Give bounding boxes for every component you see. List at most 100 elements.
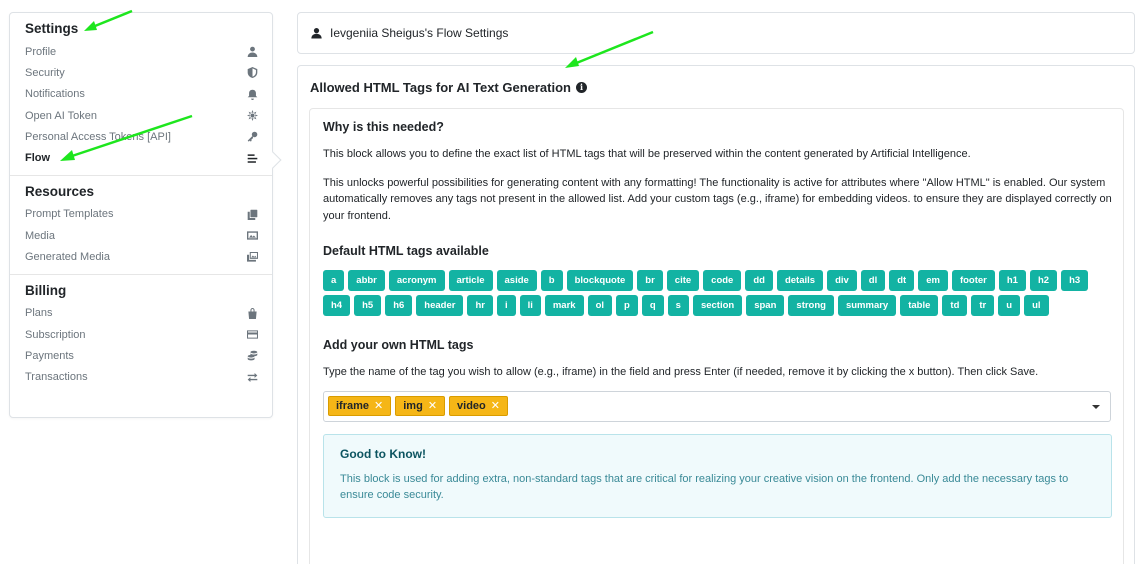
default-tag-hr: hr [467,295,493,316]
default-tag-header: header [416,295,464,316]
default-tag-h4: h4 [323,295,351,316]
sidebar-item-label: Flow [25,152,51,165]
card-title: Allowed HTML Tags for AI Text Generation… [310,80,587,95]
sidebar-item-label: Subscription [25,328,86,341]
default-tag-td: td [942,295,968,316]
good-to-know-title: Good to Know! [340,446,426,461]
sidebar-item-label: Notifications [25,88,85,101]
sidebar-item-label: Media [25,229,55,242]
default-tag-ol: ol [587,295,613,316]
custom-tag-label: img [403,400,423,412]
default-tag-a: a [323,270,345,291]
default-tag-h6: h6 [385,295,413,316]
sidebar-item-label: Transactions [25,371,88,384]
sidebar-item-subscription[interactable]: Subscription [25,324,258,345]
default-tag-dl: dl [860,270,886,291]
default-tag-u: u [998,295,1021,316]
default-tag-q: q [641,295,664,316]
sidebar-item-label: Open AI Token [25,109,97,122]
settings-sidebar: Settings Profile Security Notifications … [9,12,282,418]
user-icon [311,27,322,39]
card-icon [246,329,258,341]
default-tag-h2: h2 [1029,270,1058,291]
good-to-know-text: This block is used for adding extra, non… [340,472,1069,502]
sidebar-item-label: Personal Access Tokens [API] [25,130,171,143]
default-tag-s: s [667,295,689,316]
sidebar-item-prompt-templates[interactable]: Prompt Templates [25,204,258,225]
key-icon [246,131,258,143]
chevron-down-icon[interactable] [1092,404,1100,409]
default-tag-blockquote: blockquote [566,270,634,291]
custom-tag-label: iframe [336,400,370,412]
default-tag-h3: h3 [1061,270,1089,291]
default-tag-dd: dd [745,270,773,291]
bars-icon [246,152,258,164]
own-tags-heading: Add your own HTML tags [323,338,474,352]
default-tag-details: details [776,270,824,291]
image-icon [246,230,258,242]
custom-tag-label: video [457,400,486,412]
openai-icon [246,110,258,122]
default-tag-b: b [540,270,563,291]
sidebar-item-security[interactable]: Security [25,62,258,83]
allowed-tags-card: Allowed HTML Tags for AI Text Generation… [297,65,1135,564]
user-icon [246,46,258,58]
sidebar-resources-section: Resources Prompt Templates Media Generat… [10,174,272,274]
default-tag-aside: aside [496,270,537,291]
sidebar-billing-title: Billing [25,282,67,298]
sidebar-item-openai-token[interactable]: Open AI Token [25,105,258,126]
default-tag-mark: mark [544,295,584,316]
default-tag-em: em [918,270,948,291]
sidebar-item-payments[interactable]: Payments [25,345,258,366]
remove-tag-icon[interactable]: ✕ [374,397,383,415]
default-tag-table: table [900,295,939,316]
default-tag-acronym: acronym [388,270,445,291]
default-tag-h1: h1 [998,270,1026,291]
default-tag-ul: ul [1024,295,1049,316]
info-icon[interactable]: i [575,82,587,93]
bell-icon [246,88,258,100]
card-body: Why is this needed? This block allows yo… [309,108,1124,564]
sidebar-item-label: Generated Media [25,251,110,264]
default-tag-i: i [496,295,516,316]
sidebar-item-generated-media[interactable]: Generated Media [25,246,258,267]
custom-tag-video: video ✕ [449,396,508,416]
why-heading: Why is this needed? [323,120,444,134]
sidebar-item-label: Plans [25,307,53,320]
sidebar-item-plans[interactable]: Plans [25,303,258,324]
own-tags-description: Type the name of the tag you wish to all… [323,366,1039,378]
sidebar-item-label: Prompt Templates [25,208,114,221]
why-paragraph-1: This block allows you to define the exac… [323,148,971,160]
sidebar-item-transactions[interactable]: Transactions [25,367,258,388]
default-tag-section: section [692,295,743,316]
default-tag-br: br [637,270,663,291]
sidebar-billing-section: Billing Plans Subscription Payments Tran… [10,273,272,394]
sidebar-item-profile[interactable]: Profile [25,41,258,62]
custom-tag-iframe: iframe ✕ [328,396,392,416]
default-tag-dt: dt [889,270,915,291]
sidebar-item-personal-access-tokens[interactable]: Personal Access Tokens [API] [25,126,258,147]
sidebar-resources-title: Resources [25,183,95,199]
default-tag-cite: cite [666,270,700,291]
images-icon [246,251,258,263]
sidebar-settings-section: Settings Profile Security Notifications … [10,13,272,175]
shield-icon [246,67,258,79]
card-title-text: Allowed HTML Tags for AI Text Generation [310,80,571,95]
sidebar-item-media[interactable]: Media [25,225,258,246]
sidebar-item-flow[interactable]: Flow [25,147,258,168]
sidebar-item-label: Payments [25,349,74,362]
default-tag-summary: summary [837,295,897,316]
page-header: Ievgeniia Sheigus's Flow Settings [297,12,1135,54]
good-to-know-alert: Good to Know! This block is used for add… [323,433,1112,518]
remove-tag-icon[interactable]: ✕ [491,397,500,415]
sidebar-item-notifications[interactable]: Notifications [25,84,258,105]
default-tag-div: div [827,270,857,291]
remove-tag-icon[interactable]: ✕ [428,397,437,415]
default-tag-strong: strong [788,295,834,316]
default-tag-footer: footer [951,270,995,291]
custom-tags-input[interactable]: iframe ✕ img ✕ video ✕ [323,390,1111,422]
default-tag-code: code [703,270,742,291]
why-paragraph-2: This unlocks powerful possibilities for … [323,176,1112,222]
default-tag-tr: tr [971,295,995,316]
sidebar-item-label: Security [25,66,65,79]
